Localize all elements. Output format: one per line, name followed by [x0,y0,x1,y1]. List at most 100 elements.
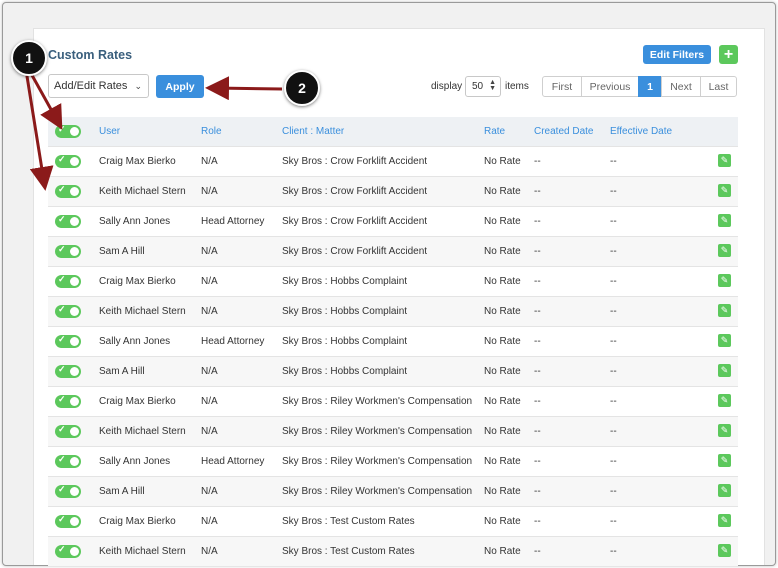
cell-client-matter: Sky Bros : Hobbs Complaint [282,306,408,317]
cell-effective-date: -- [610,306,617,317]
edit-row-button[interactable]: ✎ [718,334,731,347]
cell-rate: No Rate [484,276,521,287]
pencil-icon: ✎ [720,215,729,225]
edit-row-button[interactable]: ✎ [718,364,731,377]
edit-row-button[interactable]: ✎ [718,454,731,467]
cell-effective-date: -- [610,336,617,347]
cell-role: N/A [201,156,218,167]
edit-row-button[interactable]: ✎ [718,394,731,407]
cell-effective-date: -- [610,546,617,557]
cell-effective-date: -- [610,276,617,287]
row-enable-toggle[interactable]: ✓ [55,424,81,438]
pencil-icon: ✎ [720,395,729,405]
cell-created-date: -- [534,546,541,557]
header-rate[interactable]: Rate [484,126,505,137]
cell-rate: No Rate [484,486,521,497]
page-previous-button[interactable]: Previous [581,76,639,97]
cell-effective-date: -- [610,516,617,527]
cell-created-date: -- [534,216,541,227]
page-current-button[interactable]: 1 [638,76,662,97]
check-icon: ✓ [58,214,66,224]
cell-created-date: -- [534,336,541,347]
edit-row-button[interactable]: ✎ [718,514,731,527]
table-row: ✓ Sally Ann Jones Head Attorney Sky Bros… [48,326,738,356]
page-next-button[interactable]: Next [661,76,701,97]
cell-role: Head Attorney [201,216,265,227]
custom-rates-table: ✓ User Role Client : Matter Rate Created… [48,117,738,566]
row-enable-toggle[interactable]: ✓ [55,364,81,378]
pencil-icon: ✎ [720,275,729,285]
pencil-icon: ✎ [720,155,729,165]
header-client-matter[interactable]: Client : Matter [282,126,344,137]
pencil-icon: ✎ [720,245,729,255]
edit-row-button[interactable]: ✎ [718,184,731,197]
cell-client-matter: Sky Bros : Hobbs Complaint [282,366,408,377]
toggle-knob [70,517,79,526]
row-enable-toggle[interactable]: ✓ [55,394,81,408]
edit-row-button[interactable]: ✎ [718,484,731,497]
pagination: First Previous 1 Next Last [542,76,737,97]
check-icon: ✓ [58,394,66,404]
cell-role: N/A [201,516,218,527]
page-first-button[interactable]: First [542,76,582,97]
check-icon: ✓ [58,514,66,524]
pencil-icon: ✎ [720,545,729,555]
cell-client-matter: Sky Bros : Crow Forklift Accident [282,246,428,257]
row-enable-toggle[interactable]: ✓ [55,514,81,528]
edit-row-button[interactable]: ✎ [718,274,731,287]
pencil-icon: ✎ [720,425,729,435]
add-button[interactable]: + [719,45,738,64]
row-enable-toggle[interactable]: ✓ [55,544,81,558]
cell-effective-date: -- [610,156,617,167]
row-enable-toggle[interactable]: ✓ [55,334,81,348]
cell-effective-date: -- [610,426,617,437]
items-per-page-select[interactable]: 50 ▲ ▼ [465,76,501,97]
row-enable-toggle[interactable]: ✓ [55,454,81,468]
updown-arrows-icon: ▲ ▼ [489,79,496,92]
items-per-page-value: 50 [472,81,484,92]
cell-rate: No Rate [484,366,521,377]
cell-user: Craig Max Bierko [99,516,176,527]
header-user[interactable]: User [99,126,120,137]
cell-client-matter: Sky Bros : Crow Forklift Accident [282,156,428,167]
edit-row-button[interactable]: ✎ [718,424,731,437]
cell-rate: No Rate [484,426,521,437]
row-enable-toggle[interactable]: ✓ [55,184,81,198]
edit-filters-button[interactable]: Edit Filters [643,45,711,64]
cell-user: Keith Michael Stern [99,306,186,317]
cell-created-date: -- [534,306,541,317]
edit-row-button[interactable]: ✎ [718,244,731,257]
check-icon: ✓ [58,124,66,134]
edit-row-button[interactable]: ✎ [718,544,731,557]
header-effective-date[interactable]: Effective Date [610,126,672,137]
table-row: ✓ Keith Michael Stern N/A Sky Bros : Ril… [48,416,738,446]
row-enable-toggle[interactable]: ✓ [55,484,81,498]
cell-user: Sam A Hill [99,366,145,377]
row-enable-toggle[interactable]: ✓ [55,304,81,318]
cell-effective-date: -- [610,366,617,377]
cell-user: Sam A Hill [99,486,145,497]
check-icon: ✓ [58,244,66,254]
row-enable-toggle[interactable]: ✓ [55,274,81,288]
select-all-toggle[interactable]: ✓ [55,124,81,138]
cell-rate: No Rate [484,306,521,317]
cell-role: N/A [201,366,218,377]
cell-rate: No Rate [484,396,521,407]
edit-row-button[interactable]: ✎ [718,214,731,227]
header-role[interactable]: Role [201,126,222,137]
table-row: ✓ Sam A Hill N/A Sky Bros : Riley Workme… [48,476,738,506]
cell-user: Keith Michael Stern [99,546,186,557]
row-enable-toggle[interactable]: ✓ [55,154,81,168]
row-enable-toggle[interactable]: ✓ [55,244,81,258]
table-row: ✓ Craig Max Bierko N/A Sky Bros : Crow F… [48,146,738,176]
check-icon: ✓ [58,154,66,164]
edit-row-button[interactable]: ✎ [718,304,731,317]
page-last-button[interactable]: Last [700,76,737,97]
edit-row-button[interactable]: ✎ [718,154,731,167]
apply-button[interactable]: Apply [156,75,204,98]
display-label: display [431,81,463,92]
toggle-knob [70,547,79,556]
row-enable-toggle[interactable]: ✓ [55,214,81,228]
action-select[interactable]: Add/Edit Rates ⌄ [48,74,149,98]
header-created-date[interactable]: Created Date [534,126,593,137]
